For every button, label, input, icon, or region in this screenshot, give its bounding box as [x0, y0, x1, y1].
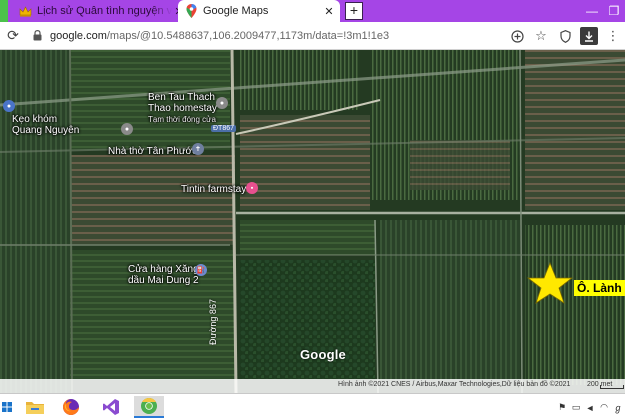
speaker-icon[interactable]: ▭	[569, 402, 583, 413]
place-name-line2: Thao homestay	[148, 103, 217, 114]
toolbar-icons: ☆ ⋮	[505, 22, 625, 50]
google-logo: Google	[300, 347, 346, 362]
marker-label[interactable]: Ô. Lành	[574, 280, 625, 296]
maximize-button[interactable]: ❐	[603, 0, 625, 22]
place-name-line2: Quang Nguyên	[12, 125, 80, 136]
lock-icon[interactable]	[30, 30, 44, 41]
place-label-tintin[interactable]: Tintin farmstay	[181, 184, 246, 195]
start-icon[interactable]	[0, 396, 14, 418]
browser-toolbar: ⟳ google.com/maps/@10.5488637,106.200947…	[0, 22, 625, 50]
shield-icon[interactable]	[553, 24, 577, 48]
minimize-button[interactable]: —	[581, 0, 603, 22]
church-icon[interactable]: ✝	[192, 143, 204, 155]
volume-icon[interactable]: ◄	[583, 403, 597, 413]
tab-history[interactable]: Lịch sử Quân tình nguyện và c ✕	[12, 0, 190, 22]
satellite-map[interactable]: ● Kẹo khóm Quang Nguyên Ben Tau Thach Th…	[0, 50, 625, 393]
language-icon[interactable]: ℊ	[611, 401, 625, 414]
star-icon[interactable]: ☆	[529, 24, 553, 48]
maps-pin-icon	[184, 4, 198, 18]
attribution-text[interactable]: Hình ảnh ©2021 CNES / Airbus,Maxar Techn…	[338, 381, 570, 388]
pin-icon[interactable]: ●	[121, 123, 133, 135]
url-field[interactable]: google.com/maps/@10.5488637,106.2009477,…	[50, 30, 389, 42]
tab-title: Google Maps	[203, 5, 269, 17]
browser-tab-strip: Lịch sử Quân tình nguyện và c ✕ Google M…	[0, 0, 625, 22]
taskbar: ⚑ ▭ ◄ ◠ ℊ	[0, 393, 625, 420]
system-tray: ⚑ ▭ ◄ ◠ ℊ	[555, 394, 625, 420]
map-attribution-bar: Hình ảnh ©2021 CNES / Airbus,Maxar Techn…	[0, 379, 625, 393]
crown-icon	[18, 4, 32, 18]
tab-edge	[0, 0, 8, 22]
place-name-line2: dầu Mai Dung 2	[128, 275, 199, 286]
place-label-ben-tau[interactable]: Ben Tau Thach Thao homestay Tạm thời đón…	[148, 92, 217, 125]
firefox-icon[interactable]	[56, 396, 86, 418]
wifi-icon[interactable]: ◠	[597, 402, 611, 413]
place-name: Ben Tau Thach	[148, 92, 215, 103]
close-icon[interactable]: ✕	[322, 5, 336, 18]
add-circle-icon[interactable]	[505, 24, 529, 48]
flag-icon[interactable]: ⚑	[555, 402, 569, 413]
satellite-imagery	[0, 50, 625, 393]
tab-google-maps[interactable]: Google Maps ✕	[178, 0, 340, 22]
url-host: google.com	[50, 29, 107, 42]
place-name: Nhà thờ Tân Phước	[108, 146, 198, 157]
fuel-icon[interactable]: ⛽	[195, 264, 207, 276]
place-name: Kẹo khóm	[12, 114, 58, 125]
url-path: /maps/@10.5488637,106.2009477,1173m/data…	[106, 29, 390, 42]
lodging-icon[interactable]: ▪	[246, 182, 258, 194]
place-label-church[interactable]: Nhà thờ Tân Phước	[108, 146, 197, 157]
place-label-fuel[interactable]: Cửa hàng Xăng dầu Mai Dung 2	[128, 264, 199, 286]
tab-title: Lịch sử Quân tình nguyện và c	[37, 5, 172, 17]
download-icon[interactable]	[580, 27, 598, 45]
chrome-icon[interactable]	[134, 396, 164, 418]
scale-bar	[600, 385, 624, 389]
road-shield: ĐT867	[211, 125, 237, 132]
pin-icon[interactable]: ●	[3, 100, 15, 112]
visual-studio-icon[interactable]	[96, 396, 126, 418]
place-note: Tạm thời đóng cửa	[148, 115, 216, 124]
reload-icon[interactable]: ⟳	[2, 27, 24, 44]
new-tab-button[interactable]: +	[345, 2, 363, 20]
place-name: Tintin farmstay	[181, 184, 247, 195]
window-controls: — ❐	[581, 0, 625, 22]
file-explorer-icon[interactable]	[20, 396, 50, 418]
pin-icon[interactable]: ●	[216, 97, 228, 109]
menu-icon[interactable]: ⋮	[601, 24, 625, 48]
place-name: Cửa hàng Xăng	[128, 264, 199, 275]
street-label: Đường 867	[208, 299, 218, 345]
screen: Lịch sử Quân tình nguyện và c ✕ Google M…	[0, 0, 625, 420]
place-label-keo-khom[interactable]: Kẹo khóm Quang Nguyên	[12, 114, 79, 136]
